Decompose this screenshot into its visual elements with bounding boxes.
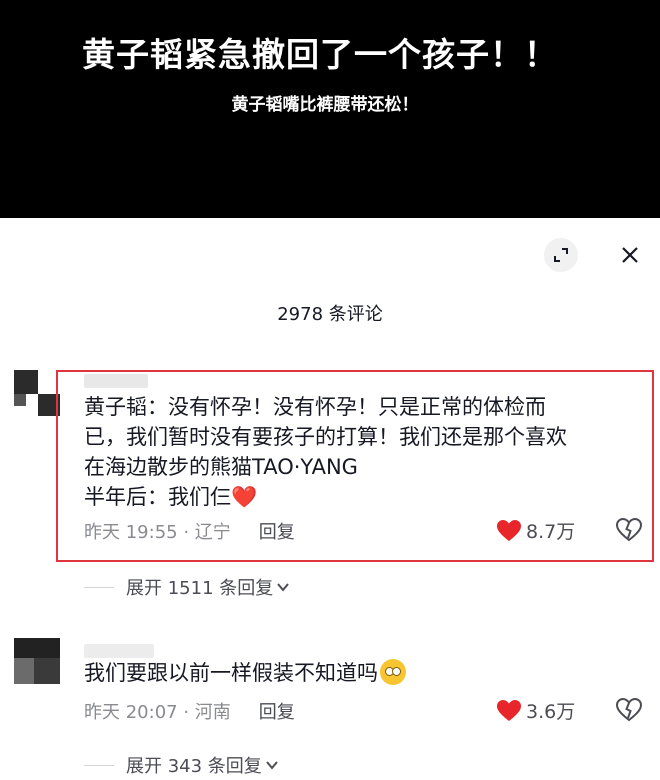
avatar[interactable] <box>14 638 60 684</box>
comment-line: 黄子韬：没有怀孕！没有怀孕！只是正常的体检而 <box>84 395 546 419</box>
like-count: 8.7万 <box>526 521 576 543</box>
comment-line: 我们要跟以前一样假装不知道吗 <box>84 661 378 685</box>
expand-icon <box>554 248 568 262</box>
comment-line: 已，我们暂时没有要孩子的打算！我们还是那个喜欢 <box>84 425 567 449</box>
divider <box>84 764 114 766</box>
chevron-down-icon <box>266 761 278 770</box>
heart-emoji: ❤️ <box>231 485 258 509</box>
banner-subtitle: 黄子韬嘴比裤腰带还松！ <box>231 95 419 115</box>
comment-count: 2978 条评论 <box>277 304 383 325</box>
dislike-button[interactable] <box>615 697 643 726</box>
banner-title: 黄子韬紧急撤回了一个孩子！！ <box>82 35 558 74</box>
reply-button[interactable]: 回复 <box>259 522 295 543</box>
username-blurred[interactable] <box>84 644 154 658</box>
heart-icon <box>497 519 521 541</box>
like-count: 3.6万 <box>526 701 576 723</box>
expand-replies[interactable]: 展开 1511 条回复 <box>84 574 291 600</box>
video-banner: 黄子韬紧急撤回了一个孩子！！ 黄子韬嘴比裤腰带还松！ <box>0 0 660 218</box>
broken-heart-icon <box>615 517 643 542</box>
expand-replies[interactable]: 展开 343 条回复 <box>84 752 280 778</box>
like-button[interactable]: 8.7万 <box>496 517 575 544</box>
expand-replies-label: 展开 1511 条回复 <box>126 578 274 599</box>
flushed-face-emoji <box>380 659 406 685</box>
close-icon <box>622 247 638 263</box>
chevron-down-icon <box>277 583 290 592</box>
expand-replies-label: 展开 343 条回复 <box>126 756 262 777</box>
close-button[interactable] <box>613 238 647 272</box>
divider <box>84 586 114 588</box>
comment-line: 在海边散步的熊猫TAO·YANG <box>84 455 358 479</box>
comment-meta: 昨天 19:55 · 辽宁 回复 <box>84 518 295 544</box>
expand-button[interactable] <box>544 238 578 272</box>
comment-time: 昨天 19:55 · 辽宁 <box>84 522 231 543</box>
comment-meta: 昨天 20:07 · 河南 回复 <box>84 698 295 724</box>
comment-line: 半年后：我们仨 <box>84 485 231 509</box>
broken-heart-icon <box>615 697 643 722</box>
comment-time: 昨天 20:07 · 河南 <box>84 702 231 723</box>
avatar[interactable] <box>14 370 60 416</box>
comment-panel: 2978 条评论 黄子韬：没有怀孕！没有怀孕！只是正常的体检而 已，我们暂时没有… <box>0 218 660 780</box>
comment-text: 我们要跟以前一样假装不知道吗 <box>84 658 644 688</box>
reply-button[interactable]: 回复 <box>259 702 295 723</box>
like-button[interactable]: 3.6万 <box>496 697 575 724</box>
dislike-button[interactable] <box>615 517 643 546</box>
heart-icon <box>497 699 521 721</box>
comment-text: 黄子韬：没有怀孕！没有怀孕！只是正常的体检而 已，我们暂时没有要孩子的打算！我们… <box>84 392 649 512</box>
